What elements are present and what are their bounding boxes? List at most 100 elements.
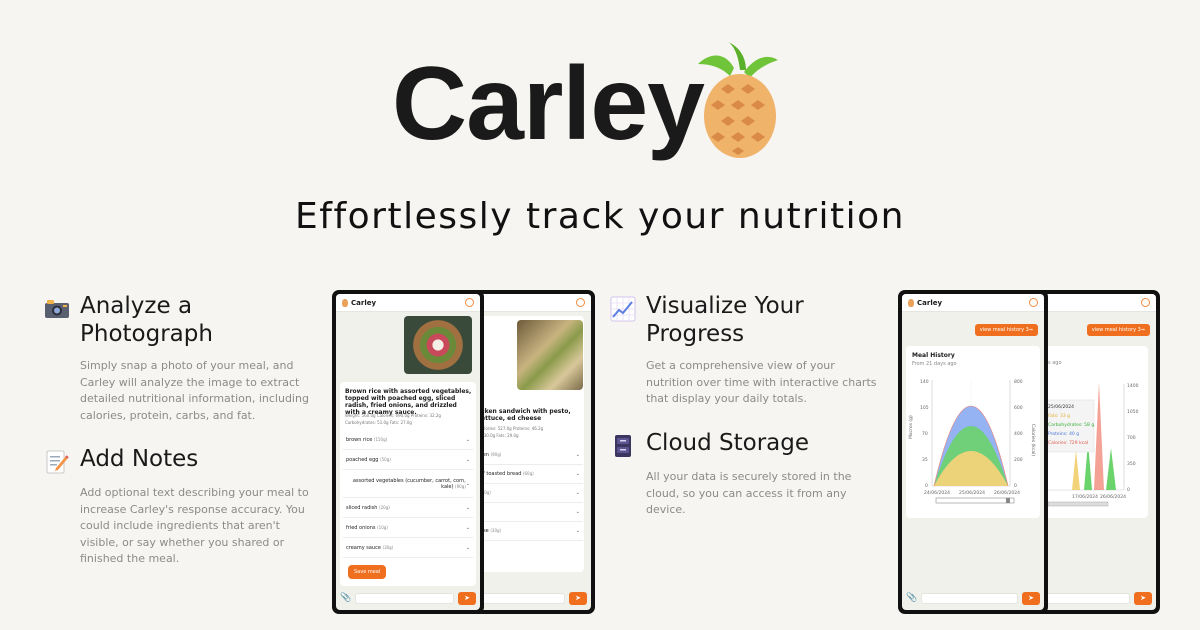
pineapple-icon <box>698 42 778 158</box>
chevron-down-icon: ⌄ <box>575 471 580 477</box>
meal-stats: Calories: 527.0g Proteins: 46.2g <box>479 426 544 431</box>
tooltip-carbs: Carbohydrates: 58 g <box>1048 422 1094 428</box>
list-item[interactable]: ese (30g) ⌄ <box>477 522 583 541</box>
chevron-down-icon: ⌄ <box>575 528 580 534</box>
storage-icon <box>615 435 631 457</box>
feature-title: Add Notes <box>80 446 199 472</box>
chat-input[interactable] <box>1038 592 1130 604</box>
meal-title: icken sandwich with pesto, lettuce, ed c… <box>479 408 571 422</box>
tooltip-date: 25/06/2024 <box>1048 404 1074 410</box>
svg-text:35: 35 <box>922 457 928 463</box>
svg-text:70: 70 <box>922 431 928 437</box>
memo-icon <box>46 450 69 474</box>
send-icon[interactable]: ➤ <box>569 591 587 605</box>
rice-bowl-photo <box>404 316 472 374</box>
time-range-slider[interactable] <box>935 497 1015 504</box>
history-chart: Macros (g) Calories (kcal) 140 105 70 35… <box>908 379 1036 504</box>
user-icon[interactable] <box>1141 298 1150 307</box>
view-meal-history-button[interactable]: view meal history 3⇒ <box>1086 324 1150 336</box>
svg-text:26/06/2024: 26/06/2024 <box>1100 494 1126 500</box>
tagline: Effortlessly track your nutrition <box>295 196 905 237</box>
svg-text:400: 400 <box>1014 431 1023 437</box>
list-item[interactable]: sliced radish (20g) ⌄ <box>343 498 473 518</box>
chat-input[interactable] <box>473 592 565 604</box>
svg-text:350: 350 <box>1127 461 1136 467</box>
ingredient-list: ken (90g) ⌄ of toasted bread (60g) ⌄ (20g)… <box>477 446 583 541</box>
chevron-down-icon: ⌄ <box>465 480 470 487</box>
svg-text:105: 105 <box>920 405 929 411</box>
feature-title: Analyze a Photograph <box>80 293 213 347</box>
svg-text:25/06/2024: 25/06/2024 <box>959 490 985 496</box>
chevron-down-icon: ⌄ <box>465 436 470 443</box>
feature-title: Visualize Your Progress <box>646 293 804 347</box>
chat-input-bar: 📎 ➤ <box>340 590 476 606</box>
chevron-down-icon: ⌄ <box>465 504 470 511</box>
meal-stats: s: 30.0g Fats: 29.0g <box>479 433 519 438</box>
list-item[interactable]: (20g) ⌄ <box>477 484 583 503</box>
history-subtitle: From 21 days ago <box>912 361 957 367</box>
list-item[interactable]: brown rice (150g) ⌄ <box>343 430 473 450</box>
app-header: Carley <box>902 294 1044 312</box>
svg-text:1050: 1050 <box>1127 409 1139 415</box>
feature-title: Cloud Storage <box>646 430 809 456</box>
phone-mockup-history-2: view meal history 3⇒ ays ago 25/06/2024 … <box>1030 290 1160 614</box>
view-meal-history-button[interactable]: view meal history 3⇒ <box>974 324 1038 336</box>
meal-card: Brown rice with assorted vegetables, top… <box>340 382 476 586</box>
svg-text:17/06/2024: 17/06/2024 <box>1072 494 1098 500</box>
app-name: Carley <box>917 298 943 307</box>
paperclip-icon[interactable]: 📎 <box>340 593 351 603</box>
chevron-down-icon: ⌄ <box>465 524 470 531</box>
svg-text:0: 0 <box>1014 483 1017 489</box>
list-item[interactable]: ken (90g) ⌄ <box>477 446 583 465</box>
tooltip-calories: Calories: 729 kcal <box>1048 440 1088 446</box>
feature-description: Get a comprehensive view of your nutriti… <box>646 359 877 405</box>
sandwich-photo <box>517 320 583 390</box>
history-chart-2: 25/06/2024 Fats: 33 g Carbohydrates: 58 … <box>1040 382 1139 507</box>
svg-text:Calories (kcal): Calories (kcal) <box>1030 424 1036 456</box>
history-chart-card: ays ago 25/06/2024 Fats: 33 g Carbohydra… <box>1034 346 1148 518</box>
save-meal-button[interactable]: Save meal <box>348 565 387 579</box>
svg-text:26/06/2024: 26/06/2024 <box>994 490 1020 496</box>
history-chart-card: Meal History From 21 days ago Macros (g)… <box>906 346 1040 518</box>
svg-text:1400: 1400 <box>1127 383 1139 389</box>
pineapple-icon <box>342 298 348 307</box>
list-item[interactable]: assorted vegetables (cucumber, carrot, c… <box>343 470 473 498</box>
phone-mockup-sandwich: icken sandwich with pesto, lettuce, ed c… <box>465 290 595 614</box>
ingredient-list: brown rice (150g) ⌄ poached egg (50g) ⌄ as… <box>343 430 473 558</box>
meal-title: Brown rice with assorted vegetables, top… <box>345 388 472 416</box>
svg-text:700: 700 <box>1127 435 1136 441</box>
list-item[interactable]: creamy sauce (30g) ⌄ <box>343 538 473 558</box>
user-icon[interactable] <box>1029 298 1038 307</box>
list-item[interactable]: poached egg (50g) ⌄ <box>343 450 473 470</box>
history-title: Meal History <box>912 352 955 359</box>
phone-mockup-history: Carley view meal history 3⇒ Meal History… <box>898 290 1048 614</box>
list-item[interactable]: e ⌄ <box>477 503 583 522</box>
camera-icon <box>45 300 69 318</box>
send-icon[interactable]: ➤ <box>1134 591 1152 605</box>
svg-text:Macros (g): Macros (g) <box>908 415 914 439</box>
paperclip-icon[interactable]: 📎 <box>906 593 917 603</box>
meal-card: icken sandwich with pesto, lettuce, ed c… <box>469 316 584 572</box>
svg-text:0: 0 <box>925 483 928 489</box>
chat-input[interactable] <box>921 592 1018 604</box>
user-icon[interactable] <box>465 298 474 307</box>
chevron-down-icon: ⌄ <box>575 490 580 496</box>
chat-input[interactable] <box>355 592 454 604</box>
list-item[interactable]: fried onions (10g) ⌄ <box>343 518 473 538</box>
feature-description: All your data is securely stored in the … <box>646 470 852 516</box>
list-item[interactable]: of toasted bread (60g) ⌄ <box>477 465 583 484</box>
phone-mockup-rice-bowl: Carley Brown rice with assorted vegetabl… <box>332 290 484 614</box>
feature-description: Add optional text describing your meal t… <box>80 486 309 565</box>
send-icon[interactable]: ➤ <box>1022 591 1040 605</box>
svg-text:24/06/2024: 24/06/2024 <box>924 490 950 496</box>
svg-text:200: 200 <box>1014 457 1023 463</box>
svg-text:800: 800 <box>1014 379 1023 385</box>
feature-cloud-storage: Cloud Storage All your data is securely … <box>610 429 880 519</box>
meal-stats: Weight: 560.0g Calories: 690.0g Proteins… <box>345 413 441 418</box>
chevron-down-icon: ⌄ <box>465 544 470 551</box>
app-logo-title: Carley <box>392 46 705 162</box>
feature-add-notes: Add Notes Add optional text describing y… <box>44 445 314 568</box>
user-icon[interactable] <box>576 298 585 307</box>
send-icon[interactable]: ➤ <box>458 591 476 605</box>
app-header: Carley <box>336 294 480 312</box>
